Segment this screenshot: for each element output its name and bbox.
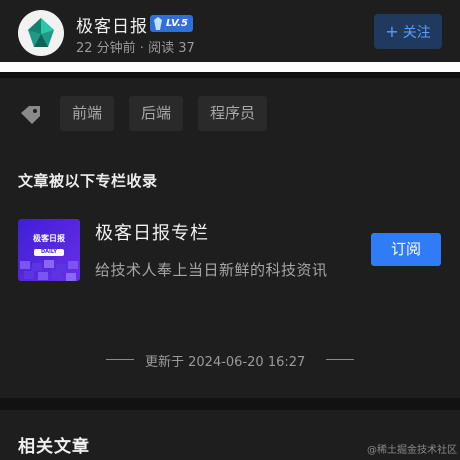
column-cover-image[interactable]: 极客日报 DAILY NEWS [18, 219, 80, 281]
plus-icon: + [385, 22, 399, 41]
tag-frontend[interactable]: 前端 [60, 96, 115, 131]
author-header: 极客日报 LV.5 22 分钟前 · 阅读 37 + 关注 [0, 0, 460, 62]
tag-list: 前端 后端 程序员 [0, 96, 460, 132]
subscribe-button[interactable]: 订阅 [371, 233, 441, 266]
level-text: LV.5 [166, 18, 188, 29]
related-articles-title: 相关文章 [18, 437, 90, 457]
tag-backend[interactable]: 后端 [129, 96, 184, 131]
tag-icon [21, 106, 40, 124]
follow-label: 关注 [402, 25, 431, 41]
cover-decoration [20, 260, 78, 281]
updated-line-left [106, 359, 134, 360]
level-badge: LV.5 [150, 15, 193, 32]
section-separator [0, 72, 460, 78]
author-name[interactable]: 极客日报 [76, 12, 148, 37]
level-badge-icon [154, 17, 162, 30]
watermark: @稀土掘金技术社区 [367, 445, 457, 456]
updated-time: 更新于 2024-06-20 16:27 [145, 355, 306, 370]
updated-row: 更新于 2024-06-20 16:27 [0, 350, 460, 370]
column-description: 给技术人奉上当日新鲜的科技资讯 [95, 261, 328, 279]
tag-programmer[interactable]: 程序员 [198, 96, 268, 131]
avatar[interactable] [18, 10, 64, 56]
columns-section-title: 文章被以下专栏收录 [18, 172, 158, 190]
updated-line-right [326, 359, 354, 360]
column-name[interactable]: 极客日报专栏 [95, 219, 209, 245]
article-meta: 22 分钟前 · 阅读 37 [76, 41, 195, 56]
cover-subtitle: DAILY NEWS [34, 249, 64, 262]
section-separator [0, 398, 460, 410]
divider [0, 62, 460, 72]
cover-title: 极客日报 [33, 234, 65, 243]
follow-button[interactable]: + 关注 [374, 14, 442, 49]
